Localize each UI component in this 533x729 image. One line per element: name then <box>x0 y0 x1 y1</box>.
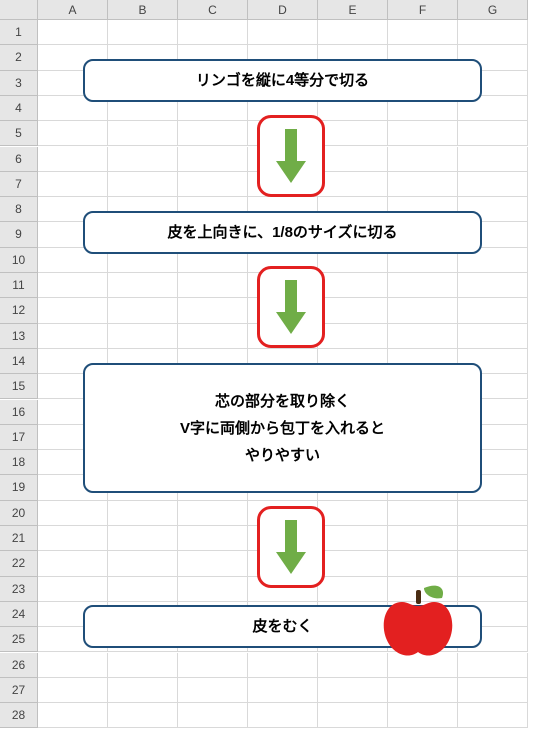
step-box-1: リンゴを縦に4等分で切る <box>83 59 482 102</box>
step-text-4: 皮をむく <box>252 613 312 640</box>
step-box-2: 皮を上向きに、1/8のサイズに切る <box>83 211 482 254</box>
step-text-3a: 芯の部分を取り除く <box>215 388 350 415</box>
step-box-3: 芯の部分を取り除く V字に両側から包丁を入れると やりやすい <box>83 363 482 493</box>
down-arrow-icon <box>276 278 306 336</box>
apple-icon <box>380 580 456 660</box>
step-text-3b: V字に両側から包丁を入れると <box>180 415 385 442</box>
down-arrow-icon <box>276 518 306 576</box>
arrow-frame-1 <box>257 115 325 197</box>
step-text-3c: やりやすい <box>245 442 320 469</box>
down-arrow-icon <box>276 127 306 185</box>
step-text-2: 皮を上向きに、1/8のサイズに切る <box>168 219 398 246</box>
arrow-frame-2 <box>257 266 325 348</box>
diagram-overlay: リンゴを縦に4等分で切る 皮を上向きに、1/8のサイズに切る 芯の部分を取り除く… <box>0 0 533 729</box>
step-text-1: リンゴを縦に4等分で切る <box>196 67 369 94</box>
arrow-frame-3 <box>257 506 325 588</box>
